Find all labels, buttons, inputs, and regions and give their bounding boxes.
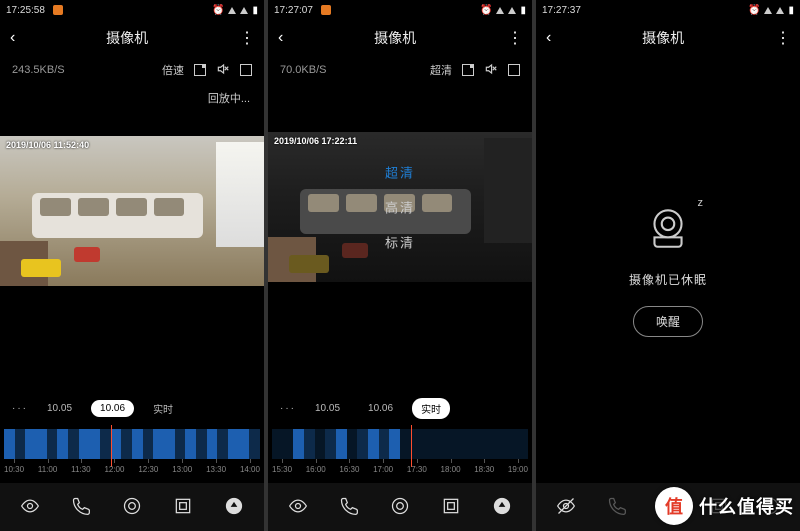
page-title: 摄像机 — [551, 28, 775, 48]
timeline[interactable]: 10:3011:00 11:3012:00 12:3013:00 13:3014… — [0, 425, 264, 483]
timeline-playhead[interactable] — [111, 425, 112, 467]
bitrate: 243.5KB/S — [12, 64, 65, 76]
page-title: 摄像机 — [283, 28, 507, 48]
watermark-text: 什么值得买 — [699, 493, 794, 519]
panel-playback: 17:25:58 ⏰ ▮ ‹ 摄像机 ⋮ 243.5KB/S 倍速 回放中...… — [0, 0, 264, 531]
ptz-button[interactable] — [492, 496, 512, 519]
signal-icon — [228, 7, 236, 14]
video-area[interactable]: 2019/10/06 11:52:40 — [0, 136, 264, 286]
watermark-logo: 值 — [655, 487, 693, 525]
alarm-icon: ⏰ — [748, 5, 760, 16]
notif-icon — [53, 5, 63, 15]
pip-icon[interactable] — [194, 64, 206, 76]
alarm-icon: ⏰ — [480, 5, 492, 16]
date-1006[interactable]: 10.06 — [359, 400, 402, 417]
notif-icon — [321, 5, 331, 15]
bottom-toolbar — [0, 483, 264, 531]
speed-button[interactable]: 倍速 — [162, 62, 184, 78]
video-timestamp: 2019/10/06 11:52:40 — [6, 140, 89, 150]
timeline[interactable]: 15:3016:00 16:3017:00 17:3018:00 18:3019… — [268, 425, 532, 483]
battery-icon: ▮ — [252, 5, 258, 16]
quality-uhd[interactable]: 超清 — [385, 163, 415, 182]
call-button[interactable] — [339, 496, 359, 519]
battery-icon: ▮ — [520, 5, 526, 16]
mute-icon[interactable] — [484, 62, 498, 79]
date-1005[interactable]: 10.05 — [306, 400, 349, 417]
record-button[interactable] — [390, 496, 410, 519]
pip-icon[interactable] — [462, 64, 474, 76]
alarm-icon: ⏰ — [212, 5, 224, 16]
video-area[interactable]: 2019/10/06 17:22:11 超清 高清 标清 — [268, 132, 532, 282]
call-button — [607, 496, 627, 519]
signal-icon — [496, 7, 504, 14]
signal-icon-2 — [508, 7, 516, 14]
date-row: ··· 10.05 10.06 实时 — [268, 392, 532, 425]
quality-button[interactable]: 超清 — [430, 62, 452, 78]
sleep-z-icon: z — [698, 197, 704, 209]
timeline-ticks: 10:3011:00 11:3012:00 12:3013:00 13:3014… — [4, 465, 260, 483]
quality-hd[interactable]: 高清 — [385, 198, 415, 217]
date-live[interactable]: 实时 — [412, 398, 450, 419]
status-line: 回放中... — [0, 84, 264, 112]
camera-icon: z — [643, 203, 693, 253]
timeline-playhead[interactable] — [411, 425, 412, 467]
signal-icon-2 — [240, 7, 248, 14]
panel-quality: 17:27:07 ⏰ ▮ ‹ 摄像机 ⋮ 70.0KB/S 超清 2019/10… — [268, 0, 532, 531]
app-bar: ‹ 摄像机 ⋮ — [268, 20, 532, 56]
wake-button[interactable]: 唤醒 — [633, 306, 703, 337]
video-controls: 243.5KB/S 倍速 — [0, 56, 264, 84]
fullscreen-icon[interactable] — [508, 64, 520, 76]
sleep-center: z 摄像机已休眠 唤醒 — [536, 56, 800, 483]
app-bar: ‹ 摄像机 ⋮ — [536, 20, 800, 56]
signal-icon — [764, 7, 772, 14]
view-button[interactable] — [20, 496, 40, 519]
app-bar: ‹ 摄像机 ⋮ — [0, 20, 264, 56]
sleep-message: 摄像机已休眠 — [629, 271, 707, 288]
statusbar: 17:27:37 ⏰ ▮ — [536, 0, 800, 20]
status-time: 17:25:58 — [6, 5, 45, 16]
gap — [0, 286, 264, 392]
status-time: 17:27:37 — [542, 5, 581, 16]
call-button[interactable] — [71, 496, 91, 519]
snapshot-button[interactable] — [173, 496, 193, 519]
statusbar: 17:27:07 ⏰ ▮ — [268, 0, 532, 20]
page-title: 摄像机 — [15, 28, 239, 48]
watermark: 值 什么值得买 — [655, 487, 794, 525]
date-more[interactable]: ··· — [280, 403, 296, 414]
date-live[interactable]: 实时 — [144, 398, 182, 419]
quality-sd[interactable]: 标清 — [385, 233, 415, 252]
mute-icon[interactable] — [216, 62, 230, 79]
panel-sleep: 17:27:37 ⏰ ▮ ‹ 摄像机 ⋮ z 摄像机已休眠 唤醒 — [536, 0, 800, 531]
signal-icon-2 — [776, 7, 784, 14]
more-button[interactable]: ⋮ — [775, 28, 790, 48]
date-1005[interactable]: 10.05 — [38, 400, 81, 417]
bitrate: 70.0KB/S — [280, 64, 326, 76]
view-button[interactable] — [288, 496, 308, 519]
battery-icon: ▮ — [788, 5, 794, 16]
view-off-button[interactable] — [556, 496, 576, 519]
more-button[interactable]: ⋮ — [507, 28, 522, 48]
timeline-ticks: 15:3016:00 16:3017:00 17:3018:00 18:3019… — [272, 465, 528, 483]
date-1006[interactable]: 10.06 — [91, 400, 134, 417]
video-controls: 70.0KB/S 超清 — [268, 56, 532, 84]
ptz-button[interactable] — [224, 496, 244, 519]
fullscreen-icon[interactable] — [240, 64, 252, 76]
video-timestamp: 2019/10/06 17:22:11 — [274, 136, 357, 146]
date-more[interactable]: ··· — [12, 403, 28, 414]
snapshot-button[interactable] — [441, 496, 461, 519]
quality-menu: 超清 高清 标清 — [385, 163, 415, 252]
date-row: ··· 10.05 10.06 实时 — [0, 392, 264, 425]
statusbar: 17:25:58 ⏰ ▮ — [0, 0, 264, 20]
bottom-toolbar — [268, 483, 532, 531]
status-time: 17:27:07 — [274, 5, 313, 16]
more-button[interactable]: ⋮ — [239, 28, 254, 48]
record-button[interactable] — [122, 496, 142, 519]
